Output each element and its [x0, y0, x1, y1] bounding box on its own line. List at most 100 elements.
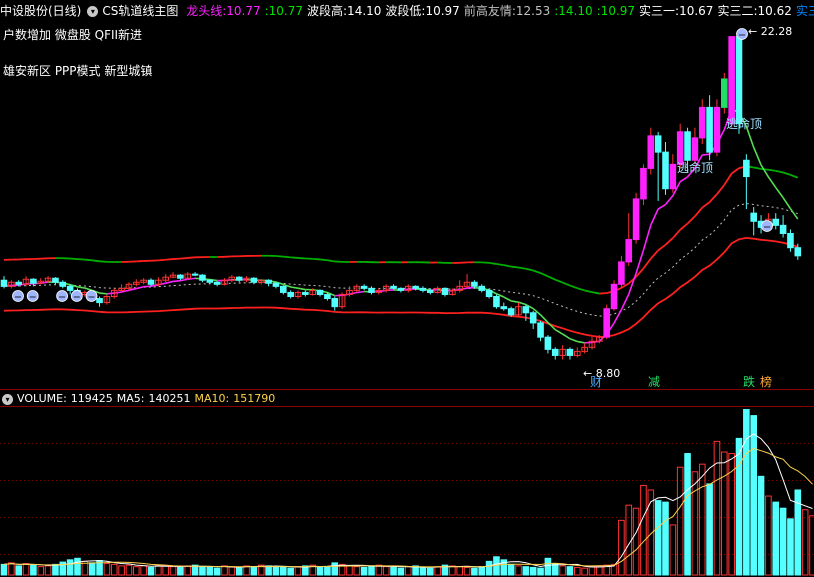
upper-band-segment: [547, 275, 556, 281]
leader-line-segment: [679, 176, 688, 183]
event-marker-die: 跌: [743, 374, 755, 389]
candle-body: [191, 273, 199, 276]
volume-bar: [368, 565, 375, 576]
candle-body: [779, 224, 787, 234]
upper-band-segment: [686, 215, 696, 225]
volume-bar: [588, 566, 596, 576]
candle-body: [794, 247, 802, 257]
candle-body: [566, 348, 574, 356]
ma5-value: 140251: [148, 392, 191, 405]
signal-face-icon: [12, 290, 24, 302]
leader-line-segment: [789, 208, 799, 220]
candle-body: [316, 289, 324, 295]
upper-band-segment: [672, 229, 681, 239]
volume-bar: [581, 567, 588, 576]
upper-band-segment: [642, 258, 652, 270]
candle-body: [0, 279, 8, 287]
upper-band-segment: [180, 257, 188, 260]
candle-body: [250, 277, 258, 283]
volume-ma5-line: [3, 433, 813, 568]
chevron-down-icon[interactable]: ▾: [2, 393, 13, 405]
leader-line-segment: [642, 224, 652, 251]
volume-bar: [133, 566, 140, 576]
candle-body: [265, 279, 272, 284]
candle-body: [471, 281, 478, 287]
volume-bar: [199, 566, 206, 576]
escape-top-label-1: 逃命顶: [677, 160, 713, 175]
leader-line-segment: [702, 153, 710, 156]
volume-bar: [507, 563, 515, 576]
volume-bar: [801, 509, 809, 576]
volume-bar: [110, 563, 118, 576]
volume-bar: [346, 565, 353, 576]
candle-body: [287, 291, 294, 297]
leader-line-segment: [356, 290, 365, 294]
volume-bar: [684, 453, 691, 576]
volume-bar: [706, 483, 713, 576]
leader-line-segment: [84, 287, 93, 292]
volume-bar: [155, 564, 162, 576]
candle-body: [610, 283, 618, 310]
volume-bar: [529, 566, 537, 576]
upper-band-segment: [187, 256, 196, 259]
upper-band-segment: [708, 193, 718, 203]
candle-body: [537, 322, 544, 338]
candle-body: [706, 106, 713, 153]
leader-line-segment: [569, 338, 578, 343]
volume-bar: [537, 567, 544, 576]
volume-bar: [8, 562, 15, 576]
candle-body: [390, 285, 397, 289]
upper-band-segment: [319, 258, 328, 262]
candle-body: [772, 218, 780, 226]
volume-bar: [15, 565, 22, 576]
volume-bar: [235, 566, 243, 576]
upper-band-segment: [488, 261, 497, 265]
candle-body: [654, 135, 662, 153]
leader-line-segment: [180, 278, 188, 282]
volume-bar: [522, 566, 530, 576]
candle-body: [15, 281, 22, 285]
ma5-label: MA5:: [116, 392, 145, 405]
upper-band-segment: [782, 171, 791, 176]
candle-body: [485, 289, 493, 297]
candle-body: [662, 151, 669, 190]
leader-line-segment: [775, 187, 784, 199]
upper-band-segment: [753, 166, 762, 170]
upper-band-segment: [723, 173, 733, 186]
volume-bar: [140, 565, 147, 576]
upper-band-segment: [84, 258, 93, 262]
volume-bar: [456, 566, 463, 576]
candle-body: [52, 277, 59, 283]
volume-bar: [103, 563, 111, 576]
volume-bar: [125, 564, 133, 576]
volume-bar: [404, 566, 412, 576]
candle-body: [625, 239, 633, 263]
candle-body: [640, 167, 647, 200]
candle-body: [419, 287, 427, 291]
volume-bar: [0, 563, 8, 576]
candle-body: [324, 293, 331, 300]
candle-body: [59, 281, 67, 287]
candle-body: [427, 289, 434, 293]
leader-line-segment: [650, 208, 659, 226]
volume-bar: [353, 566, 361, 576]
volume-bar: [265, 565, 272, 576]
candle-body: [728, 36, 735, 125]
event-marker-bang: 榜: [760, 374, 772, 389]
upper-band-segment: [540, 272, 549, 278]
volume-bar: [419, 566, 427, 576]
upper-band-segment: [283, 255, 291, 259]
leader-line-segment: [143, 285, 152, 288]
volume-bar: [772, 501, 780, 576]
candle-body: [360, 285, 368, 289]
volume-bar: [184, 565, 192, 576]
upper-band-segment: [70, 257, 78, 261]
signal-face-icon: [26, 290, 39, 302]
signal-face-icon: [761, 220, 773, 232]
volume-label: VOLUME:: [17, 392, 67, 405]
upper-band-segment: [99, 260, 107, 263]
volume-header: ▾ VOLUME: 119425 MA5: 140251 MA10: 151790: [0, 392, 279, 405]
leader-line-segment: [136, 285, 144, 290]
upper-band-segment: [775, 170, 784, 174]
volume-bar: [294, 566, 302, 576]
